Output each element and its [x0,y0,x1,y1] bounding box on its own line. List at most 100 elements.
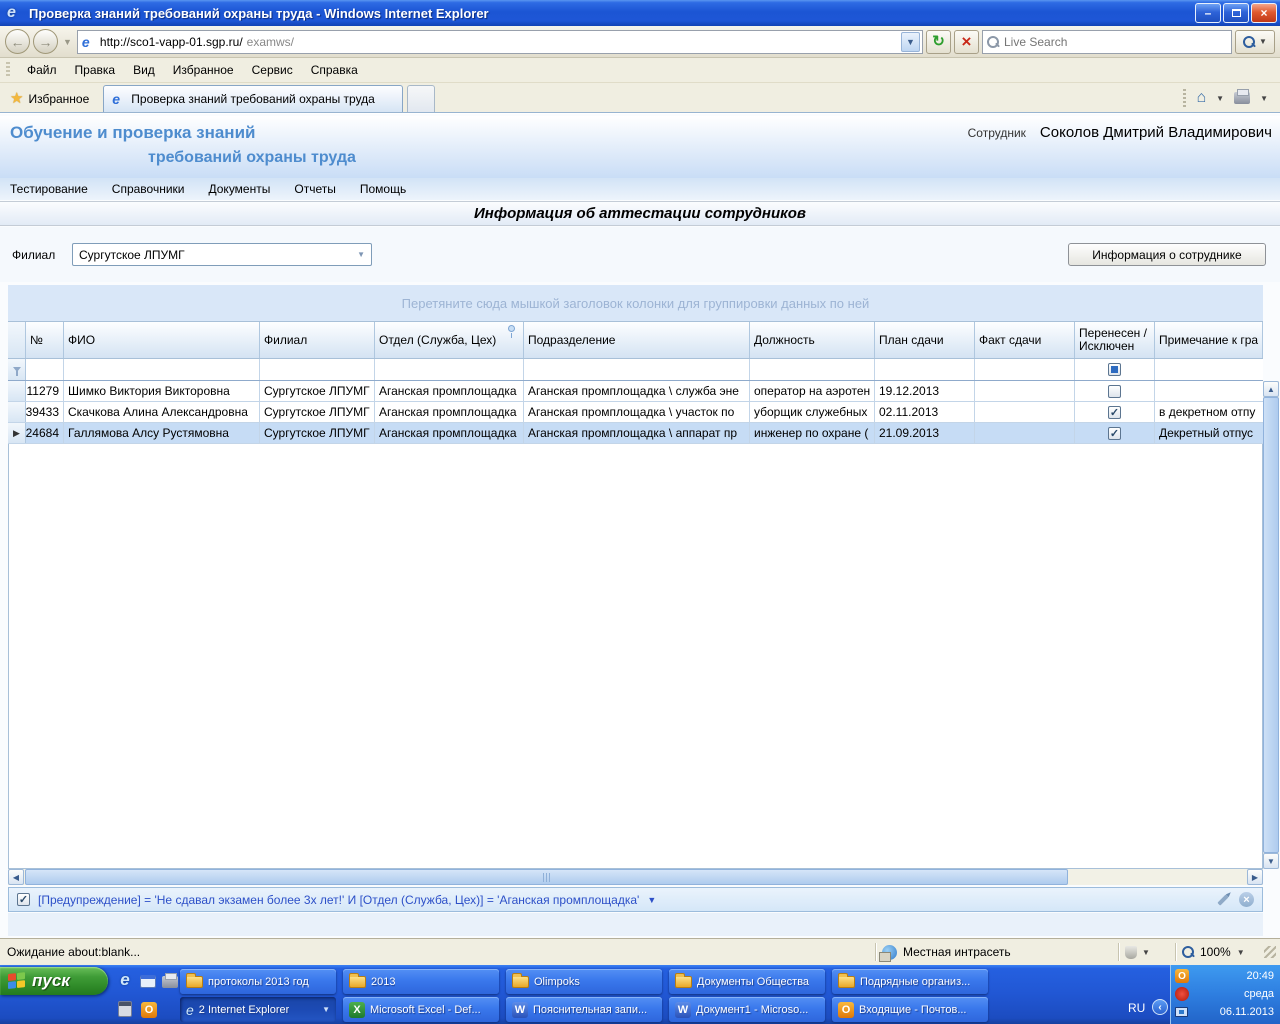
column-header-filial[interactable]: Филиал [260,322,375,358]
filter-cell-fakt[interactable] [975,359,1075,380]
tab-active[interactable]: e Проверка знаний требований охраны труд… [103,85,404,112]
remove-filter-icon[interactable]: × [1239,892,1254,907]
menu-file[interactable]: Файл [18,59,66,81]
scroll-up-icon[interactable]: ▲ [1263,381,1279,397]
refresh-button[interactable]: ↻ [926,29,951,54]
zoom-control[interactable]: 100% ▼ [1182,945,1260,959]
taskbar-button-ie-group[interactable]: e 2 Internet Explorer ▼ [180,997,336,1022]
taskbar-button-folder-documents[interactable]: Документы Общества [669,969,825,994]
column-header-num[interactable]: № [26,322,64,358]
history-dropdown-icon[interactable]: ▼ [63,37,72,47]
vertical-scrollbar[interactable]: ▲ ▼ [1263,381,1279,869]
quicklaunch-app-icon[interactable] [138,971,158,991]
zoom-dropdown-icon[interactable]: ▼ [1237,948,1245,957]
forward-button[interactable]: → [33,29,58,54]
moved-checkbox[interactable] [1108,426,1121,440]
employee-info-button[interactable]: Информация о сотруднике [1068,243,1266,266]
menu-help[interactable]: Справка [302,59,367,81]
filter-checkbox[interactable] [1108,363,1121,376]
filter-cell-dolzhnost[interactable] [750,359,875,380]
maximize-button[interactable] [1223,3,1249,23]
nav-reports[interactable]: Отчеты [294,182,335,196]
quicklaunch-calculator-icon[interactable] [115,999,135,1019]
column-header-dolzhnost[interactable]: Должность [750,322,875,358]
edit-filter-icon[interactable] [1217,893,1229,906]
menu-edit[interactable]: Правка [66,59,125,81]
home-dropdown-icon[interactable]: ▼ [1216,94,1224,103]
language-indicator[interactable]: RU [1128,1001,1145,1015]
scroll-left-icon[interactable]: ◀ [8,869,24,885]
tray-outlook-icon[interactable]: O [1175,969,1189,983]
column-header-perenesen[interactable]: Перенесен /Исключен [1075,322,1155,358]
phishing-dropdown-icon[interactable]: ▼ [1142,948,1150,957]
column-header-plan[interactable]: План сдачи [875,322,975,358]
filter-cell-primechanie[interactable] [1155,359,1263,380]
back-button[interactable]: ← [5,29,30,54]
scroll-right-icon[interactable]: ▶ [1247,869,1263,885]
stop-button[interactable]: × [954,29,979,54]
menu-favorites[interactable]: Избранное [164,59,243,81]
filter-cell-plan[interactable] [875,359,975,380]
search-go-button[interactable]: ▼ [1235,29,1275,54]
taskbar-button-folder-olimpoks[interactable]: Olimpoks [506,969,662,994]
scroll-down-icon[interactable]: ▼ [1263,853,1279,869]
nav-references[interactable]: Справочники [112,182,185,196]
start-button[interactable]: пуск [0,967,108,995]
favorites-button[interactable]: ★ Избранное [2,87,99,112]
group-dropdown-icon[interactable]: ▼ [322,1005,330,1014]
minimize-button[interactable]: – [1195,3,1221,23]
search-options-icon[interactable]: ▼ [1259,37,1267,46]
quicklaunch-printer-icon[interactable] [160,972,180,992]
nav-documents[interactable]: Документы [209,182,271,196]
filter-cell-filial[interactable] [260,359,375,380]
group-by-panel[interactable]: Перетяните сюда мышкой заголовок колонки… [8,285,1263,321]
filial-dropdown[interactable]: Сургутское ЛПУМГ ▼ [72,243,372,266]
column-header-otdel[interactable]: Отдел (Служба, Цех) [375,322,524,358]
taskbar-button-folder-protokoly[interactable]: протоколы 2013 год [180,969,336,994]
horizontal-scrollbar[interactable]: ◀ ▶ [8,869,1263,885]
nav-testing[interactable]: Тестирование [10,182,88,196]
tray-collapse-icon[interactable]: ‹ [1152,999,1168,1015]
search-box[interactable] [982,29,1232,54]
tray-network-icon[interactable] [1175,1007,1188,1017]
filter-cell-otdel[interactable] [375,359,524,380]
filter-enabled-checkbox[interactable] [17,893,30,906]
menu-tools[interactable]: Сервис [243,59,302,81]
address-input[interactable]: e http://sco1-vapp-01.sgp.ru/examws/ ▼ [76,29,923,54]
nav-help[interactable]: Помощь [360,182,406,196]
taskbar-button-folder-2013[interactable]: 2013 [343,969,499,994]
table-row-selected[interactable]: ▶ 24684 Галлямова Алсу Рустямовна Сургут… [8,423,1263,444]
home-icon[interactable]: ⌂ [1196,90,1206,106]
address-dropdown-button[interactable]: ▼ [901,31,920,52]
table-row[interactable]: 39433 Скачкова Алина Александровна Сургу… [8,402,1263,423]
filter-expression-dropdown-icon[interactable]: ▼ [647,895,656,905]
taskbar-button-word-dokument1[interactable]: W Документ1 - Microso... [669,997,825,1022]
menu-view[interactable]: Вид [124,59,164,81]
column-header-primechanie[interactable]: Примечание к гра [1155,322,1263,358]
filter-expression[interactable]: [Предупреждение] = 'Не сдавал экзамен бо… [38,893,639,907]
taskbar-button-outlook-inbox[interactable]: O Входящие - Почтов... [832,997,988,1022]
horizontal-scroll-thumb[interactable] [25,869,1068,885]
filter-cell-fio[interactable] [64,359,260,380]
new-tab-stub[interactable] [407,85,436,112]
moved-checkbox[interactable] [1108,405,1121,419]
taskbar-button-word-poyasnitelnaya[interactable]: W Пояснительная запи... [506,997,662,1022]
taskbar-button-folder-podryadnye[interactable]: Подрядные организ... [832,969,988,994]
column-header-podrazdelenie[interactable]: Подразделение [524,322,750,358]
column-header-fio[interactable]: ФИО [64,322,260,358]
moved-checkbox[interactable] [1108,384,1121,398]
column-header-fakt[interactable]: Факт сдачи [975,322,1075,358]
search-input[interactable] [1004,34,1227,49]
close-button[interactable]: × [1251,3,1277,23]
table-row[interactable]: 11279 Шимко Виктория Викторовна Сургутск… [8,381,1263,402]
print-icon[interactable] [1234,89,1251,104]
filter-cell-podrazdelenie[interactable] [524,359,750,380]
print-dropdown-icon[interactable]: ▼ [1260,94,1268,103]
resize-grip[interactable] [1264,946,1276,958]
quicklaunch-outlook-icon[interactable]: O [139,1000,159,1020]
column-filter-pin-icon[interactable] [508,325,515,338]
filter-cell-num[interactable] [26,359,64,380]
phishing-filter-section[interactable]: ▼ [1125,945,1169,959]
tray-ati-icon[interactable] [1175,987,1189,1001]
quicklaunch-ie-icon[interactable]: e [115,970,135,990]
